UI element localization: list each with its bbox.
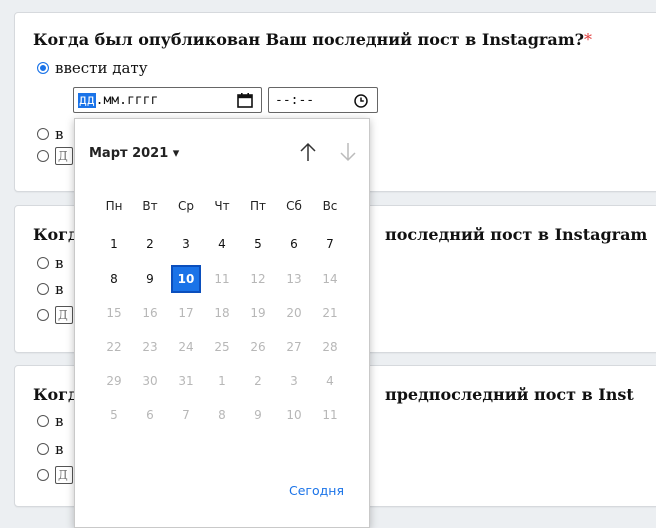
date-rest-segments[interactable]: .мм.гггг [96, 93, 159, 108]
calendar-day[interactable]: 11 [315, 401, 345, 429]
calendar-day[interactable]: 20 [279, 299, 309, 327]
radio-icon[interactable] [37, 128, 49, 140]
calendar-day[interactable]: 30 [135, 367, 165, 395]
option-2[interactable]: в [37, 280, 63, 298]
calendar-day[interactable]: 2 [135, 230, 165, 258]
question-title: Когда был опубликован Ваш последний пост… [33, 30, 592, 49]
weekday-tue: Вт [142, 199, 158, 213]
date-input[interactable]: дд .мм.гггг [73, 87, 262, 113]
option-3[interactable]: Д [37, 306, 73, 324]
option-label: в [55, 125, 64, 143]
calendar-day[interactable]: 19 [243, 299, 273, 327]
calendar-day[interactable]: 17 [171, 299, 201, 327]
other-input[interactable]: Д [55, 147, 73, 165]
calendar-day[interactable]: 18 [207, 299, 237, 327]
option-enter-date[interactable]: ввести дату [37, 59, 148, 77]
question-title-right: предпоследний пост в Inst [385, 385, 634, 404]
other-input[interactable]: Д [55, 466, 73, 484]
arrow-up-icon[interactable] [297, 139, 319, 165]
option-2[interactable]: в [37, 125, 63, 143]
option-3[interactable]: Д [37, 466, 73, 484]
arrow-down-icon[interactable] [337, 139, 359, 165]
time-value[interactable]: --:-- [275, 93, 314, 108]
other-input[interactable]: Д [55, 306, 73, 324]
today-button[interactable]: Сегодня [289, 483, 344, 498]
required-mark: * [584, 30, 593, 49]
calendar-day[interactable]: 22 [99, 333, 129, 361]
calendar-day[interactable]: 14 [315, 265, 345, 293]
radio-icon[interactable] [37, 415, 49, 427]
weekday-sat: Сб [286, 199, 302, 213]
calendar-day[interactable]: 12 [243, 265, 273, 293]
weekday-sun: Вс [322, 199, 338, 213]
calendar-day[interactable]: 8 [99, 265, 129, 293]
calendar-day[interactable]: 26 [243, 333, 273, 361]
calendar-day[interactable]: 13 [279, 265, 309, 293]
calendar-day[interactable]: 15 [99, 299, 129, 327]
option-3[interactable]: Д [37, 147, 73, 165]
question-title-right: последний пост в Instagram [385, 225, 648, 244]
option-label: в [55, 254, 64, 272]
radio-icon[interactable] [37, 469, 49, 481]
radio-icon[interactable] [37, 150, 49, 162]
calendar-day[interactable]: 4 [315, 367, 345, 395]
calendar-day[interactable]: 16 [135, 299, 165, 327]
calendar-day[interactable]: 1 [207, 367, 237, 395]
weekday-fri: Пт [249, 199, 266, 213]
question-title-left: Когд [33, 225, 79, 244]
calendar-day[interactable]: 31 [171, 367, 201, 395]
calendar-day[interactable]: 23 [135, 333, 165, 361]
calendar-icon[interactable] [236, 92, 254, 113]
calendar-day[interactable]: 27 [279, 333, 309, 361]
radio-icon[interactable] [37, 283, 49, 295]
option-label: в [55, 440, 64, 458]
date-picker-popup: Март 2021 ▾ Пн Вт Ср Чт Пт Сб Вс 1234567… [74, 118, 370, 528]
calendar-day[interactable]: 25 [207, 333, 237, 361]
calendar-day[interactable]: 28 [315, 333, 345, 361]
calendar-day[interactable]: 4 [207, 230, 237, 258]
radio-selected-icon[interactable] [37, 62, 49, 74]
calendar-day[interactable]: 24 [171, 333, 201, 361]
calendar-day[interactable]: 29 [99, 367, 129, 395]
radio-icon[interactable] [37, 443, 49, 455]
option-2[interactable]: в [37, 440, 63, 458]
calendar-day[interactable]: 11 [207, 265, 237, 293]
calendar-day[interactable]: 9 [135, 265, 165, 293]
calendar-day[interactable]: 2 [243, 367, 273, 395]
calendar-day[interactable]: 6 [135, 401, 165, 429]
calendar-day[interactable]: 7 [315, 230, 345, 258]
weekday-wed: Ср [178, 199, 194, 213]
calendar-day[interactable]: 9 [243, 401, 273, 429]
date-day-segment[interactable]: дд [78, 92, 96, 108]
calendar-day[interactable]: 7 [171, 401, 201, 429]
calendar-day[interactable]: 8 [207, 401, 237, 429]
question-title-left: Когд [33, 385, 79, 404]
clock-icon[interactable] [353, 93, 369, 113]
calendar-day[interactable]: 10 [171, 265, 201, 293]
option-label: в [55, 412, 64, 430]
calendar-day[interactable]: 10 [279, 401, 309, 429]
option-label: ввести дату [55, 59, 148, 77]
calendar-day[interactable]: 3 [279, 367, 309, 395]
calendar-day[interactable]: 5 [243, 230, 273, 258]
option-1[interactable]: в [37, 412, 63, 430]
question-text: Когда был опубликован Ваш последний пост… [33, 30, 585, 49]
radio-icon[interactable] [37, 309, 49, 321]
option-label: в [55, 280, 64, 298]
calendar-day[interactable]: 21 [315, 299, 345, 327]
calendar-day[interactable]: 6 [279, 230, 309, 258]
time-input[interactable]: --:-- [268, 87, 378, 113]
weekday-thu: Чт [214, 199, 230, 213]
calendar-day[interactable]: 1 [99, 230, 129, 258]
calendar-day[interactable]: 3 [171, 230, 201, 258]
calendar-day[interactable]: 5 [99, 401, 129, 429]
radio-icon[interactable] [37, 257, 49, 269]
option-1[interactable]: в [37, 254, 63, 272]
month-year-dropdown[interactable]: Март 2021 ▾ [89, 146, 179, 161]
weekday-mon: Пн [105, 199, 123, 213]
